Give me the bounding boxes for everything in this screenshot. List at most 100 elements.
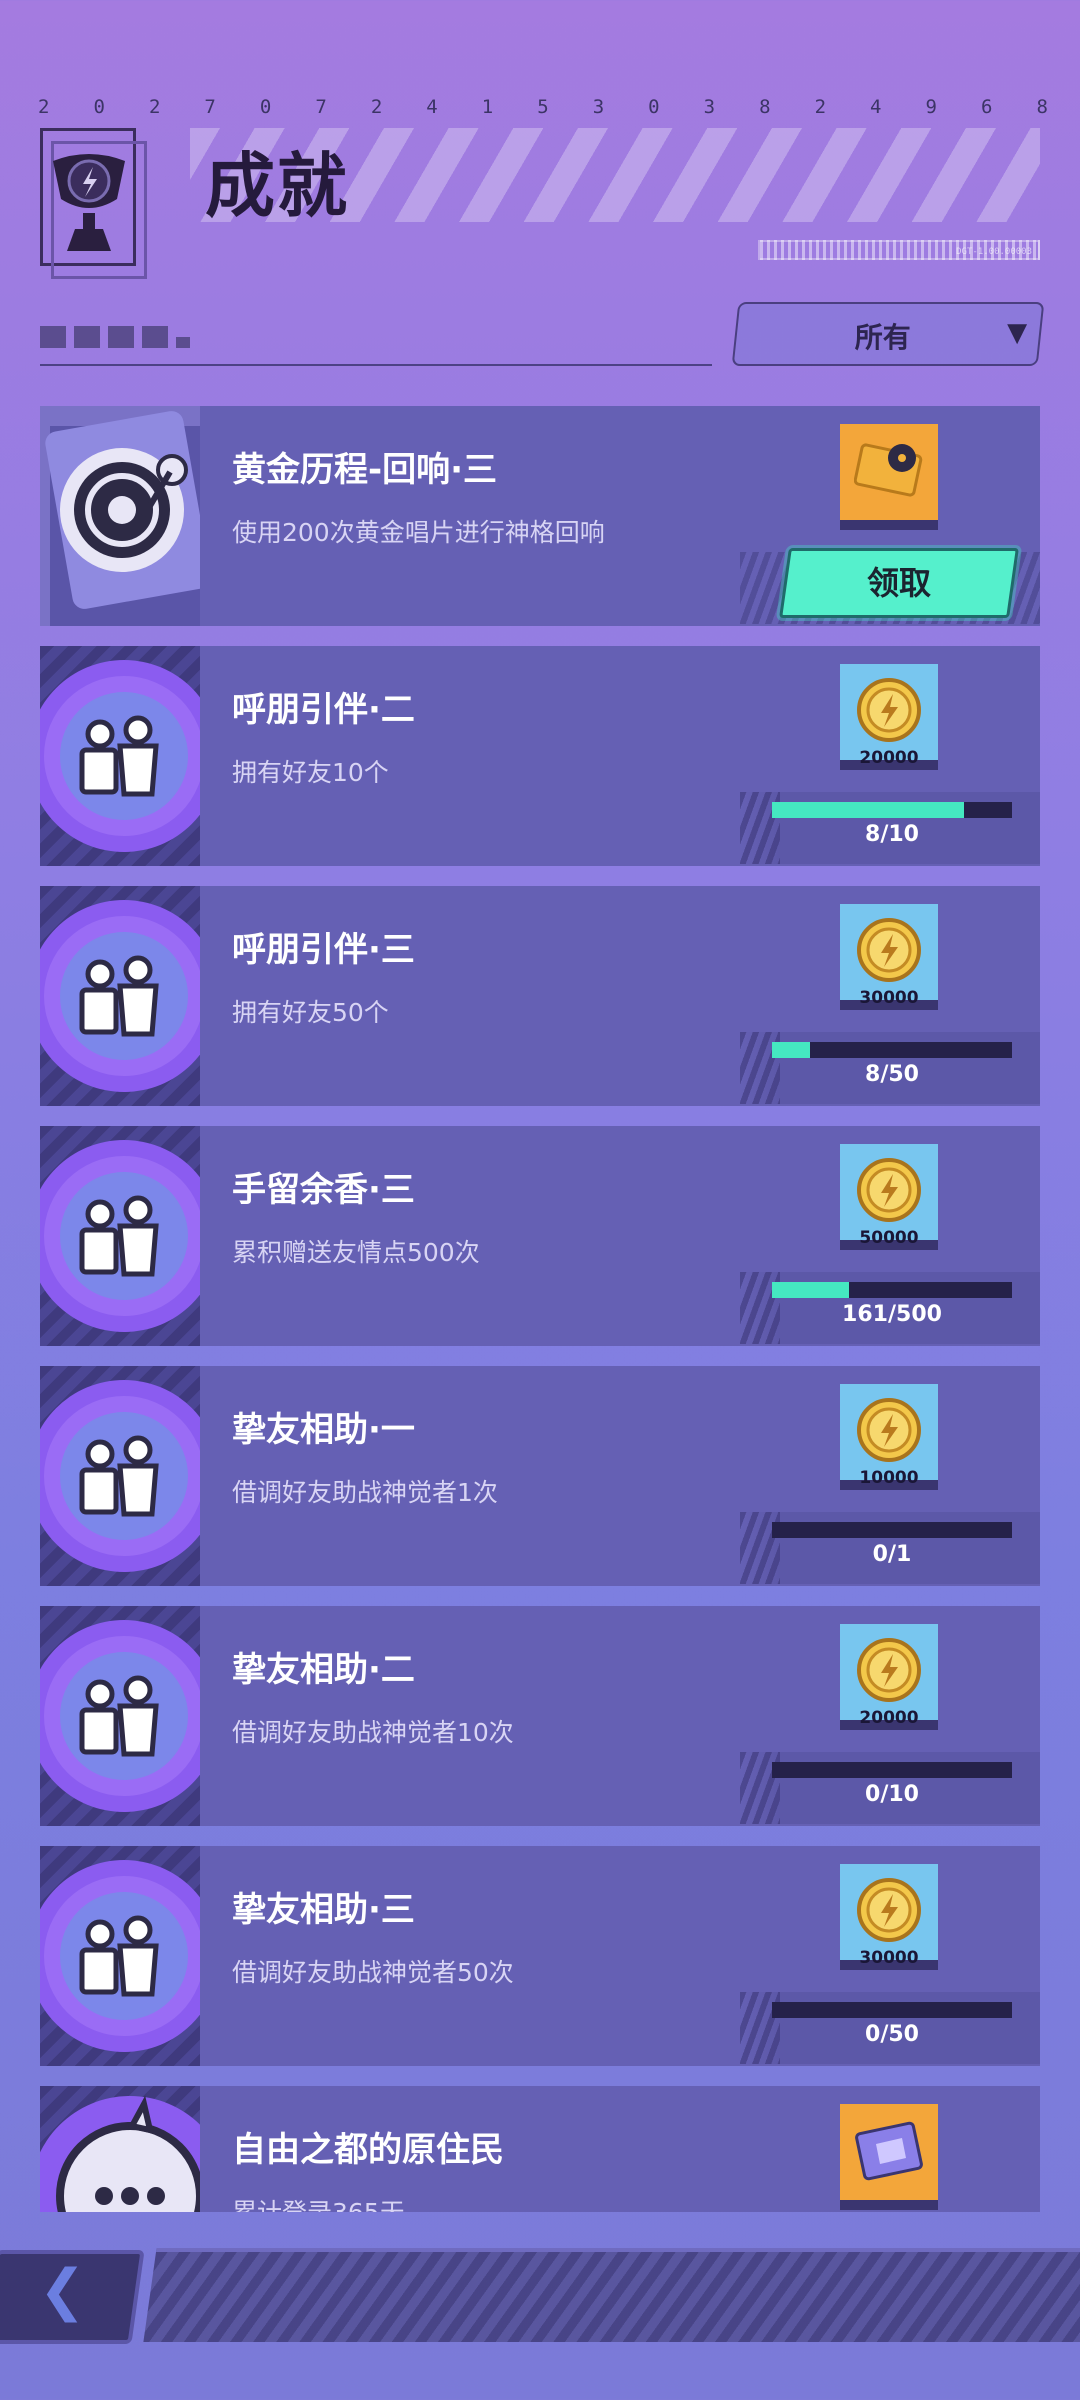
progress-fill (772, 1042, 811, 1058)
achievement-description: 累计登录365天 (232, 2193, 504, 2212)
friends-icon (40, 1126, 200, 1346)
code-digit: 0 (93, 96, 105, 118)
progress-bar (772, 1282, 1012, 1298)
friends-icon (40, 1366, 200, 1586)
achievement-card[interactable]: 挚友相助·二 借调好友助战神觉者10次 20000 0/10 (40, 1606, 1040, 1826)
progress-text: 8/50 (865, 1062, 919, 1087)
achievement-name: 黄金历程-回响·三 (232, 450, 498, 490)
reward-item[interactable]: 30000 (840, 904, 938, 1010)
achievement-name: 自由之都的原住民 (232, 2130, 504, 2170)
progress-fill (772, 802, 964, 818)
code-digit: 8 (759, 96, 771, 118)
progress-text: 0/50 (865, 2022, 919, 2047)
header-barcode: DGT-1.00.00003 (758, 240, 1040, 260)
reward-amount: 30000 (859, 988, 919, 1008)
progress-bar (772, 1042, 1012, 1058)
code-digit: 9 (925, 96, 937, 118)
progress-area: 161/500 (740, 1272, 1040, 1344)
achievement-description: 拥有好友50个 (232, 998, 389, 1027)
code-digit: 3 (703, 96, 716, 118)
reward-amount: 50000 (859, 1228, 919, 1248)
bottom-nav-bar: ❮ (0, 2244, 1080, 2344)
page-title: 成就 (205, 145, 349, 227)
achievement-trophy-badge (40, 128, 147, 279)
code-digit: 0 (259, 96, 272, 118)
progress-area: 0/1 (740, 1512, 1040, 1584)
code-digit: 5 (537, 96, 549, 118)
reward-amount: 10000 (859, 1468, 919, 1488)
code-digit: 8 (1036, 96, 1048, 118)
achievement-name: 挚友相助·一 (232, 1410, 415, 1450)
code-digit: 2 (370, 96, 383, 118)
progress-bar (772, 802, 1012, 818)
reward-amount: 20000 (859, 1708, 919, 1728)
progress-bar (772, 1762, 1012, 1778)
reward-item[interactable]: 50000 (840, 1144, 938, 1250)
achievement-name: 呼朋引伴·三 (232, 930, 415, 970)
progress-area: 0/50 (740, 1992, 1040, 2064)
progress-text: 8/10 (865, 822, 919, 847)
reward-amount: 30000 (859, 1948, 919, 1968)
progress-bar (772, 1522, 1012, 1538)
reward-item[interactable]: 20000 (840, 664, 938, 770)
achievement-card[interactable]: 手留余香·三 累积赠送友情点500次 50000 161/500 (40, 1126, 1040, 1346)
back-arrow-icon: ❮ (38, 2258, 86, 2323)
friends-icon (40, 1606, 200, 1826)
friends-icon (40, 886, 200, 1106)
code-digit: 4 (426, 96, 438, 118)
reward-item[interactable] (840, 424, 938, 530)
category-filter-dropdown[interactable]: 所有 ▼ (731, 302, 1045, 366)
code-digit: 2 (148, 96, 161, 118)
progress-area: 0/10 (740, 1752, 1040, 1824)
back-button[interactable]: ❮ (0, 2250, 145, 2344)
achievement-description: 借调好友助战神觉者10次 (232, 1718, 514, 1747)
achievement-card[interactable]: 自由之都的原住民 累计登录365天 (40, 2086, 1040, 2212)
claim-button[interactable]: 领取 (779, 548, 1019, 618)
reward-item[interactable]: 20000 (840, 1624, 938, 1730)
reward-item[interactable]: 10000 (840, 1384, 938, 1490)
achievement-card[interactable]: 挚友相助·一 借调好友助战神觉者1次 10000 0/1 (40, 1366, 1040, 1586)
achievement-name: 呼朋引伴·二 (232, 690, 415, 730)
achievement-name: 手留余香·三 (232, 1170, 415, 1210)
achievement-card[interactable]: 挚友相助·三 借调好友助战神觉者50次 30000 0/50 (40, 1846, 1040, 2066)
code-digit: 0 (648, 96, 660, 118)
dropdown-arrow-icon: ▼ (1007, 318, 1028, 348)
achievement-list[interactable]: 黄金历程-回响·三 使用200次黄金唱片进行神格回响 领取 呼朋引伴·二 拥有好… (40, 406, 1040, 2212)
code-digit: 2 (814, 96, 827, 118)
reward-item[interactable] (840, 2104, 938, 2210)
code-digit: 2 (38, 96, 50, 118)
achievement-name: 挚友相助·三 (232, 1890, 415, 1930)
code-digit: 3 (592, 96, 605, 118)
achievement-description: 累积赠送友情点500次 (232, 1238, 480, 1267)
code-digit: 6 (980, 96, 993, 118)
friends-icon (40, 646, 200, 866)
progress-fill (772, 1282, 850, 1298)
reward-item[interactable]: 30000 (840, 1864, 938, 1970)
filter-selected-label: 所有 (854, 321, 911, 354)
progress-area: 8/50 (740, 1032, 1040, 1104)
reward-amount: 20000 (859, 748, 919, 768)
achievement-card[interactable]: 呼朋引伴·二 拥有好友10个 20000 8/10 (40, 646, 1040, 866)
progress-area: 8/10 (740, 792, 1040, 864)
achievement-card[interactable]: 黄金历程-回响·三 使用200次黄金唱片进行神格回响 领取 (40, 406, 1040, 626)
friends-icon (40, 1846, 200, 2066)
achievement-description: 借调好友助战神觉者50次 (232, 1958, 514, 1987)
decorative-pixel-blocks (40, 326, 190, 348)
filter-divider (40, 364, 712, 366)
progress-text: 0/10 (865, 1782, 919, 1807)
code-digit: 4 (870, 96, 882, 118)
bottom-decor-bar (143, 2248, 1080, 2342)
trophy-icon (53, 154, 125, 251)
progress-text: 161/500 (842, 1302, 942, 1327)
achievement-description: 使用200次黄金唱片进行神格回响 (232, 518, 605, 547)
achievement-card[interactable]: 呼朋引伴·三 拥有好友50个 30000 8/50 (40, 886, 1040, 1106)
header-code-digits: 2 0 2 7 0 7 2 4 1 5 3 0 3 8 2 4 9 6 8 (38, 96, 1048, 118)
achievement-description: 拥有好友10个 (232, 758, 389, 787)
code-digit: 1 (481, 96, 494, 118)
progress-text: 0/1 (872, 1542, 912, 1567)
claim-button-label: 领取 (866, 564, 931, 602)
progress-bar (772, 2002, 1012, 2018)
code-digit: 7 (204, 96, 216, 118)
achievement-description: 借调好友助战神觉者1次 (232, 1478, 498, 1507)
chat-bubble-icon (40, 2086, 200, 2212)
